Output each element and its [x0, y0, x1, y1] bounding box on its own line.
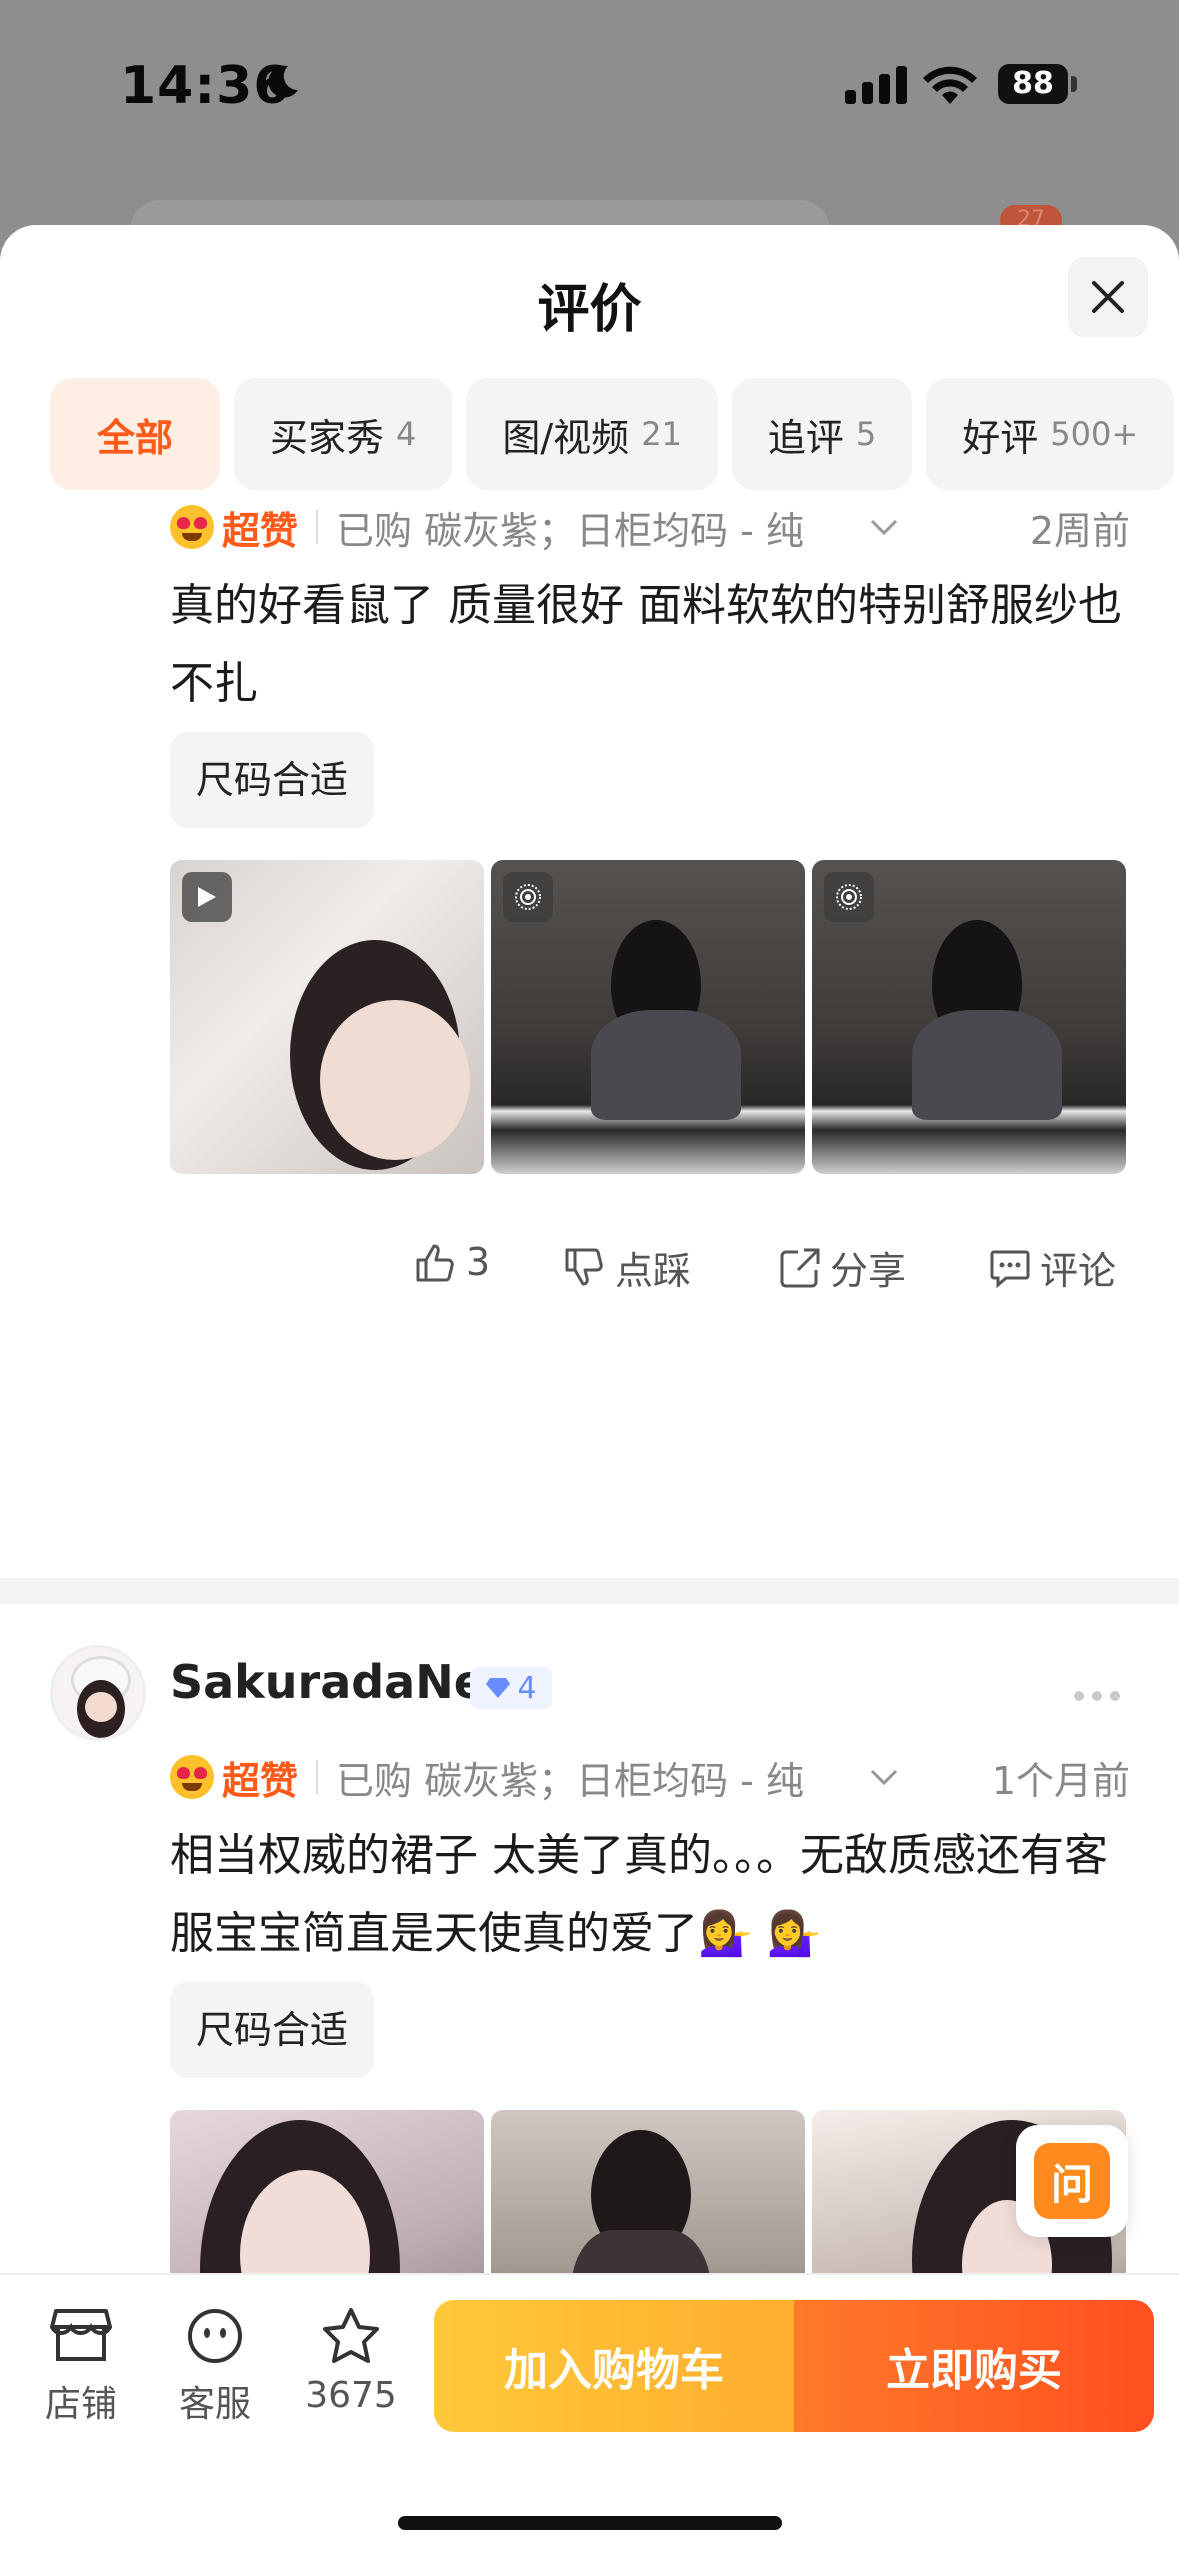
shop-icon: [50, 2309, 112, 2361]
comment-label: 评论: [1040, 1249, 1117, 1293]
cellular-signal-icon: [845, 66, 907, 104]
tab-buyer-show[interactable]: 买家秀 4: [234, 378, 453, 490]
status-bar: 14:36 88: [0, 0, 1179, 180]
meta-divider: [316, 1760, 319, 1794]
tab-label: 图/视频: [502, 415, 630, 460]
rating-label: 超赞: [222, 1758, 299, 1803]
live-photo-icon: [824, 872, 874, 922]
review-photo[interactable]: [491, 860, 805, 1174]
review-video-thumbnail[interactable]: [170, 860, 484, 1174]
ask-button[interactable]: 问: [1016, 2125, 1128, 2237]
review-date: 2周前: [1029, 508, 1130, 553]
review-date: 1个月前: [991, 1758, 1130, 1803]
more-options-icon[interactable]: [1074, 1691, 1120, 1701]
share-label: 分享: [830, 1249, 907, 1293]
star-icon: [323, 2308, 379, 2363]
dislike-button[interactable]: 点踩: [563, 1240, 691, 1295]
vip-level: 4: [517, 1670, 537, 1706]
tab-count: 21: [641, 415, 682, 453]
shop-label: 店铺: [44, 2384, 117, 2425]
battery-level: 88: [998, 64, 1068, 104]
tab-photo-video[interactable]: 图/视频 21: [466, 378, 718, 490]
tab-label: 追评: [767, 415, 844, 460]
review-tag: 尺码合适: [170, 732, 375, 828]
live-photo-icon: [503, 872, 553, 922]
tab-follow-up[interactable]: 追评 5: [731, 378, 913, 490]
rating-label: 超赞: [222, 508, 299, 553]
customer-service-icon: [188, 2309, 242, 2363]
filter-tabs: 全部 买家秀 4 图/视频 21 追评 5 好评 500+: [50, 378, 1175, 490]
like-count: 3: [466, 1240, 491, 1284]
comment-button[interactable]: 评论: [988, 1240, 1116, 1295]
ask-label: 问: [1034, 2143, 1110, 2219]
thumbs-down-icon: [565, 1248, 603, 1285]
review-actions: 3 点踩 分享 评论: [0, 1240, 1179, 1320]
sheet-title: 评价: [537, 280, 642, 340]
comment-icon: [990, 1250, 1030, 1288]
tab-count: 500+: [1050, 415, 1139, 453]
close-button[interactable]: [1068, 257, 1148, 337]
review-sheet: 评价 全部 买家秀 4 图/视频 21 追评 5 好评 500+ 超赞 已购 碳灰紫；日…: [0, 225, 1179, 2556]
vip-badge: 4: [470, 1667, 552, 1709]
wifi-icon: [923, 66, 977, 104]
rating-badge: 超赞: [170, 1750, 298, 1805]
service-label: 客服: [178, 2384, 251, 2425]
purchased-variant: 已购 碳灰紫；日柜均码 - 纯: [336, 508, 804, 553]
heart-eyes-emoji-icon: [170, 505, 214, 549]
tab-count: 4: [396, 415, 417, 453]
favorite-button[interactable]: 3675: [296, 2307, 406, 2416]
buy-now-button[interactable]: 立即购买: [794, 2300, 1154, 2432]
like-button[interactable]: 3: [414, 1240, 490, 1284]
bottom-action-bar: 店铺 客服 3675 加入购物车 立即购买: [0, 2273, 1179, 2556]
chevron-down-icon[interactable]: [868, 1767, 900, 1787]
close-icon: [1092, 281, 1124, 313]
tab-all[interactable]: 全部: [50, 378, 220, 490]
tab-count: 5: [855, 415, 877, 453]
avatar[interactable]: [50, 1645, 146, 1741]
purchased-variant: 已购 碳灰紫；日柜均码 - 纯: [336, 1758, 804, 1803]
dislike-label: 点踩: [615, 1249, 692, 1293]
meta-divider: [316, 510, 319, 544]
review-photo[interactable]: [812, 860, 1126, 1174]
heart-eyes-emoji-icon: [170, 1755, 214, 1799]
review-separator: [0, 1578, 1179, 1604]
add-to-cart-button[interactable]: 加入购物车: [434, 2300, 794, 2432]
review-list[interactable]: 超赞 已购 碳灰紫；日柜均码 - 纯 2周前 真的好看鼠了 质量很好 面料软软的…: [0, 490, 1179, 2312]
review-text: 相当权威的裙子 太美了真的。。。无敌质感还有客服宝宝简直是天使真的爱了💁‍♀️ …: [170, 1830, 1108, 1959]
review-images: [170, 860, 1126, 1174]
home-indicator[interactable]: [398, 2516, 782, 2530]
tab-positive[interactable]: 好评 500+: [926, 378, 1175, 490]
diamond-icon: [486, 1678, 511, 1698]
shop-button[interactable]: 店铺: [26, 2307, 136, 2427]
share-icon: [780, 1248, 820, 1287]
review-meta: 超赞 已购 碳灰紫；日柜均码 - 纯 2周前: [170, 497, 1130, 557]
battery-tip: [1071, 76, 1077, 92]
rating-badge: 超赞: [170, 500, 298, 555]
review-meta: 超赞 已购 碳灰紫；日柜均码 - 纯 1个月前: [170, 1747, 1130, 1807]
thumbs-up-icon: [416, 1244, 454, 1282]
customer-service-button[interactable]: 客服: [160, 2307, 270, 2427]
favorite-count: 3675: [305, 2375, 397, 2416]
review-text: 真的好看鼠了 质量很好 面料软软的特别舒服纱也不扎: [170, 580, 1122, 709]
chevron-down-icon[interactable]: [868, 517, 900, 537]
tab-label: 全部: [96, 415, 173, 460]
share-button[interactable]: 分享: [778, 1240, 906, 1295]
review-tag: 尺码合适: [170, 1982, 375, 2078]
username[interactable]: SakuradaNe: [170, 1655, 485, 1709]
tab-label: 买家秀: [270, 415, 385, 460]
play-icon: [182, 872, 232, 922]
moon-icon: [268, 65, 298, 98]
tab-label: 好评: [962, 415, 1039, 460]
